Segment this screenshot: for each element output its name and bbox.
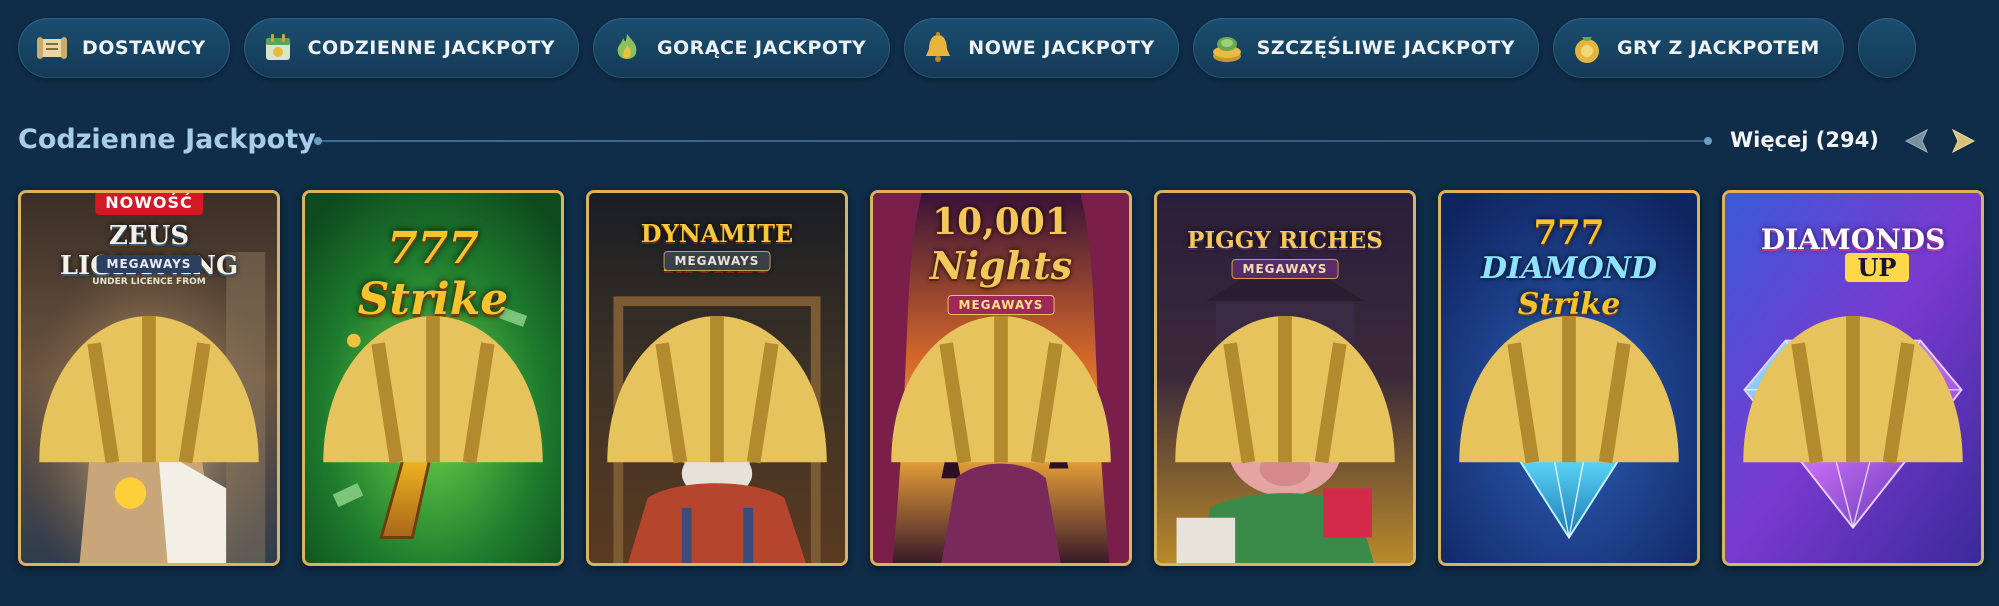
game-card-diamonds-up[interactable]: DIAMONDS UP (1722, 190, 1984, 566)
jackpot-games-page: DOSTAWCY CODZIENNE JACKPOTY GORĄCE JACKP… (0, 0, 1999, 606)
category-bar: DOSTAWCY CODZIENNE JACKPOTY GORĄCE JACKP… (18, 18, 1999, 80)
game-card-10001-nights[interactable]: 10,001 Nights MEGAWAYS (870, 190, 1132, 566)
shell-icon (39, 316, 259, 464)
category-label: CODZIENNE JACKPOTY (307, 37, 555, 59)
money-bag-icon (1569, 30, 1605, 66)
chevron-right-icon (1951, 128, 1976, 154)
section-divider (314, 137, 1712, 145)
game-card-zeus-lightning[interactable]: NOWOŚĆ ZEUS LIGHTNING MEGAWAYS UNDER LIC… (18, 190, 280, 566)
category-lucky-jackpots[interactable]: SZCZĘŚLIWE JACKPOTY (1192, 18, 1539, 78)
game-card-dynamite-riches[interactable]: DYNAMITE RICHES MEGAWAYS (586, 190, 848, 566)
calendar-icon (260, 30, 296, 66)
scroll-icon (34, 30, 70, 66)
carousel-prev-button[interactable] (1900, 124, 1934, 158)
shell-icon (607, 316, 827, 464)
category-daily-jackpots[interactable]: CODZIENNE JACKPOTY (243, 18, 579, 78)
chevron-left-icon (1904, 128, 1929, 154)
game-card-777-diamond-strike[interactable]: 777 DIAMOND Strike (1438, 190, 1700, 566)
shell-icon (323, 316, 543, 464)
shell-icon (1459, 316, 1679, 464)
section-title: Codzienne Jackpoty (18, 124, 316, 155)
coins-icon (1209, 30, 1245, 66)
more-link[interactable]: Więcej (294) (1730, 128, 1879, 152)
carousel-next-button[interactable] (1946, 124, 1980, 158)
flame-icon (609, 30, 645, 66)
category-providers[interactable]: DOSTAWCY (18, 18, 230, 78)
bell-icon (920, 30, 956, 66)
shell-icon (1743, 316, 1963, 464)
category-more[interactable] (1857, 18, 1916, 78)
shell-icon (1175, 316, 1395, 464)
category-hot-jackpots[interactable]: GORĄCE JACKPOTY (592, 18, 891, 78)
category-new-jackpots[interactable]: NOWE JACKPOTY (904, 18, 1179, 78)
category-jackpot-games[interactable]: GRY Z JACKPOTEM (1552, 18, 1844, 78)
category-label: DOSTAWCY (82, 37, 206, 59)
game-card-piggy-riches[interactable]: PIGGY RICHES MEGAWAYS (1154, 190, 1416, 566)
shell-icon (891, 316, 1111, 464)
game-card-777-strike[interactable]: 777 Strike (302, 190, 564, 566)
category-label: GORĄCE JACKPOTY (656, 37, 867, 59)
category-label: SZCZĘŚLIWE JACKPOTY (1256, 37, 1515, 59)
category-label: GRY Z JACKPOTEM (1616, 37, 1820, 59)
category-label: NOWE JACKPOTY (968, 37, 1155, 59)
